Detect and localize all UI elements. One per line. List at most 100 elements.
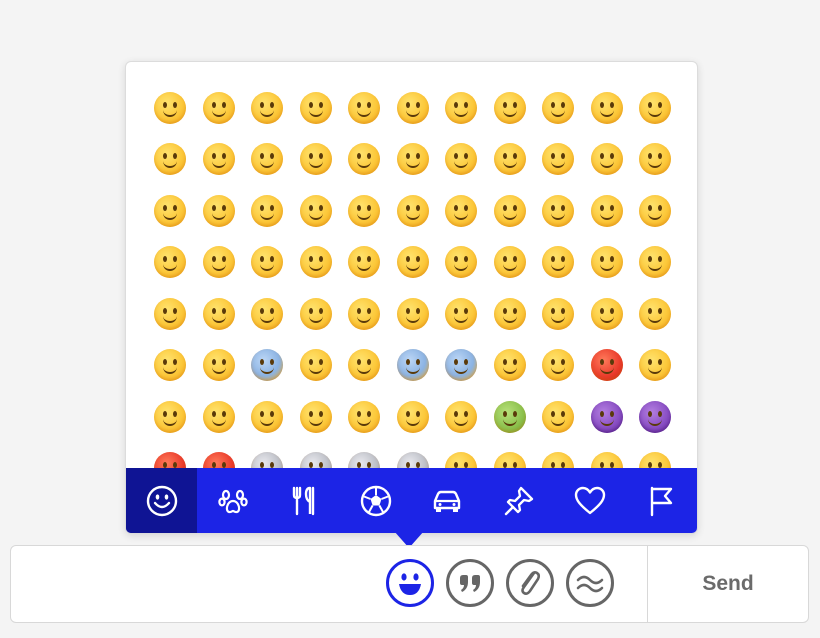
emoji-item[interactable] [195,237,244,289]
emoji-item[interactable] [583,185,632,237]
emoji-item[interactable] [583,237,632,289]
emoji-item[interactable] [195,134,244,186]
emoji-item[interactable] [486,82,535,134]
emoji-item[interactable] [389,391,438,443]
quote-button[interactable] [445,558,495,608]
emoji-item[interactable] [340,237,389,289]
emoji-item[interactable] [486,185,535,237]
emoji-item[interactable] [340,288,389,340]
category-symbols-button[interactable] [554,468,625,533]
category-activities-button[interactable] [340,468,411,533]
emoji-item[interactable] [437,82,486,134]
category-flags-button[interactable] [626,468,697,533]
emoji-item[interactable] [486,134,535,186]
emoji-item[interactable] [292,340,341,392]
emoji-item[interactable] [631,237,680,289]
emoji-item[interactable] [340,134,389,186]
emoji-item[interactable] [534,391,583,443]
emoji-item[interactable] [389,340,438,392]
emoji-item[interactable] [389,185,438,237]
attach-button[interactable] [505,558,555,608]
emoji-item[interactable] [243,82,292,134]
emoji-face-icon [542,349,575,382]
emoji-item[interactable] [631,288,680,340]
emoji-item[interactable] [146,340,195,392]
emoji-item[interactable] [534,340,583,392]
emoji-item[interactable] [534,237,583,289]
emoji-item[interactable] [340,340,389,392]
emoji-grid [146,82,680,494]
emoji-item[interactable] [389,134,438,186]
category-animals-button[interactable] [197,468,268,533]
emoji-item[interactable] [583,134,632,186]
emoji-item[interactable] [292,82,341,134]
emoji-item[interactable] [292,288,341,340]
emoji-face-icon [445,246,478,279]
emoji-item[interactable] [146,237,195,289]
category-food-button[interactable] [269,468,340,533]
emoji-item[interactable] [534,134,583,186]
emoji-item[interactable] [340,391,389,443]
emoji-item[interactable] [631,340,680,392]
emoji-item[interactable] [583,340,632,392]
emoji-item[interactable] [534,82,583,134]
emoji-item[interactable] [195,185,244,237]
category-smileys-button[interactable] [126,468,198,533]
emoji-item[interactable] [631,134,680,186]
emoji-item[interactable] [195,82,244,134]
emoji-item[interactable] [437,185,486,237]
emoji-item[interactable] [292,134,341,186]
emoji-item[interactable] [292,391,341,443]
emoji-item[interactable] [389,82,438,134]
emoji-item[interactable] [243,237,292,289]
emoji-item[interactable] [243,391,292,443]
emoji-item[interactable] [534,185,583,237]
emoji-face-icon [154,143,187,176]
emoji-face-icon [202,349,235,382]
emoji-item[interactable] [534,288,583,340]
emoji-item[interactable] [486,237,535,289]
emoji-item[interactable] [146,391,195,443]
emoji-item[interactable] [243,185,292,237]
category-objects-button[interactable] [483,468,554,533]
emoji-item[interactable] [292,237,341,289]
emoji-item[interactable] [437,134,486,186]
emoji-item[interactable] [340,82,389,134]
emoji-item[interactable] [146,134,195,186]
emoji-item[interactable] [389,288,438,340]
emoji-item[interactable] [631,391,680,443]
emoji-item[interactable] [631,82,680,134]
emoji-item[interactable] [195,340,244,392]
emoji-item[interactable] [243,340,292,392]
emoji-item[interactable] [292,185,341,237]
emoji-item[interactable] [146,288,195,340]
message-input[interactable] [11,546,381,622]
emoji-item[interactable] [437,237,486,289]
emoji-item[interactable] [583,82,632,134]
send-button[interactable]: Send [648,546,808,622]
emoji-item[interactable] [340,185,389,237]
quote-icon [446,559,494,607]
soccer-ball-icon [360,485,392,516]
emoji-item[interactable] [486,340,535,392]
category-travel-button[interactable] [412,468,483,533]
gif-button[interactable] [565,558,615,608]
emoji-face-icon [299,91,332,124]
emoji-item[interactable] [437,288,486,340]
emoji-item[interactable] [583,391,632,443]
emoji-item[interactable] [243,134,292,186]
emoji-item[interactable] [486,288,535,340]
emoji-item[interactable] [146,185,195,237]
emoji-button[interactable] [385,558,435,608]
emoji-item[interactable] [583,288,632,340]
emoji-item[interactable] [195,391,244,443]
emoji-item[interactable] [486,391,535,443]
emoji-item[interactable] [631,185,680,237]
emoji-item[interactable] [437,391,486,443]
emoji-item[interactable] [389,237,438,289]
emoji-item[interactable] [243,288,292,340]
emoji-face-icon [542,246,575,279]
emoji-item[interactable] [146,82,195,134]
emoji-item[interactable] [195,288,244,340]
emoji-item[interactable] [437,340,486,392]
